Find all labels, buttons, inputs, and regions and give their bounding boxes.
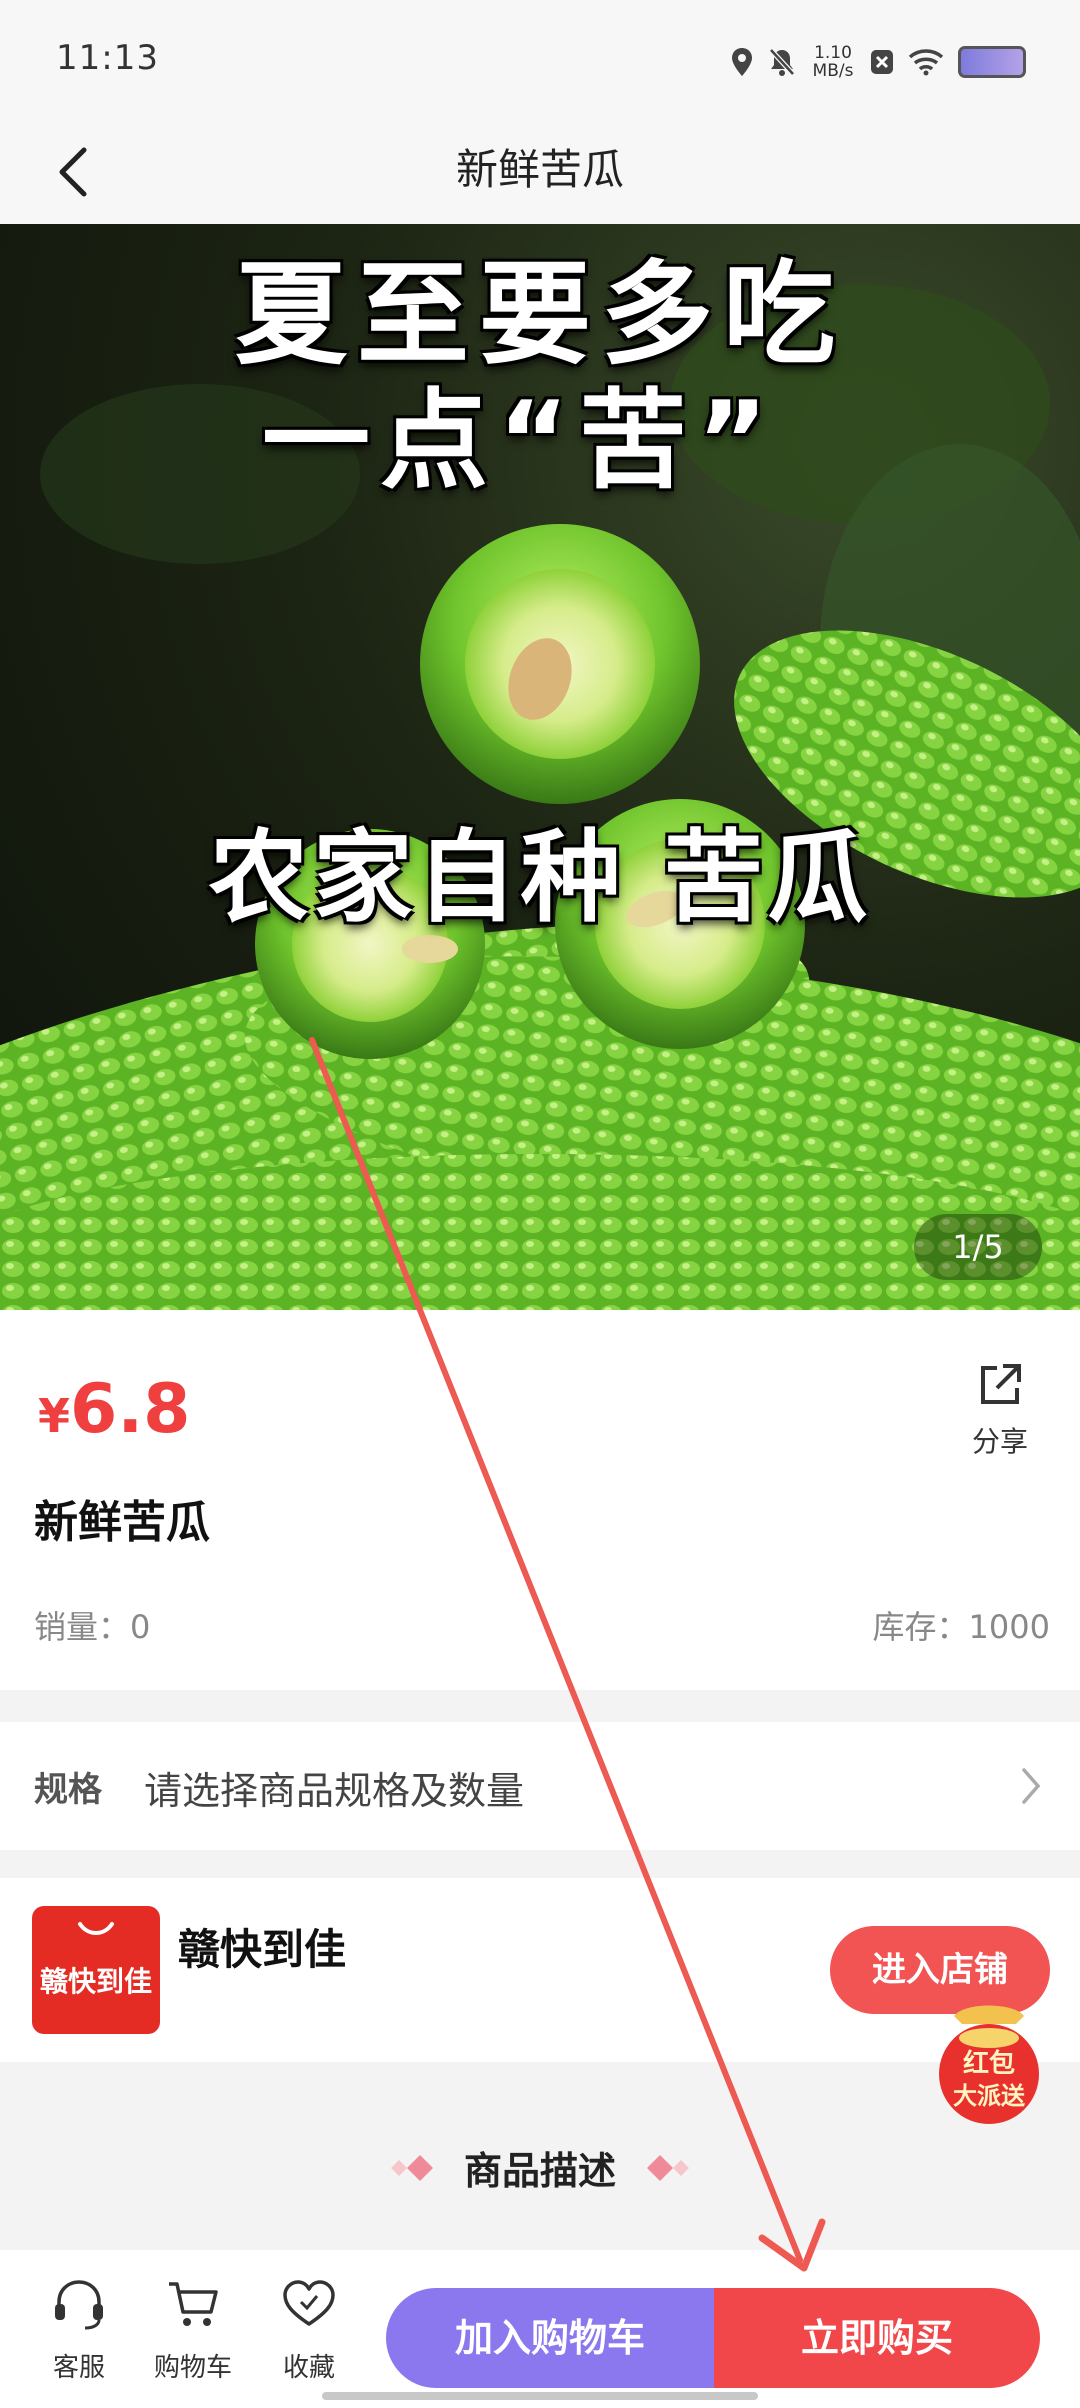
product-detail-page: 11:13 1.10 MB/s 新鲜苦瓜 夏至要多吃 一点“苦” 农家自种 苦瓜… (0, 0, 1080, 2408)
red-packet-float-button[interactable]: 红包 大派送 (934, 1996, 1044, 2126)
location-icon (732, 48, 752, 76)
product-image-carousel[interactable]: 夏至要多吃 一点“苦” 农家自种 苦瓜 1/5 (0, 224, 1080, 1310)
diamond-decoration-left (390, 2154, 433, 2181)
close-box-icon (871, 50, 893, 74)
spec-label: 规格 (34, 1770, 102, 1810)
store-logo: 赣快到佳 (32, 1906, 160, 2034)
store-logo-text: 赣快到佳 (39, 1965, 152, 1998)
cart-button[interactable]: 购物车 (148, 2278, 238, 2384)
store-name: 赣快到佳 (178, 1925, 347, 1974)
heart-icon (283, 2280, 335, 2326)
net-speed-value: 1.10 (814, 43, 852, 63)
image-counter: 1/5 (914, 1214, 1042, 1280)
spec-selector[interactable]: 规格 请选择商品规格及数量 (0, 1722, 1080, 1850)
buy-now-button[interactable]: 立即购买 (714, 2288, 1040, 2388)
title-bar: 新鲜苦瓜 (0, 120, 1080, 224)
description-title: 商品描述 (463, 2149, 616, 2193)
price-value: 6.8 (70, 1370, 191, 1449)
red-packet-line1: 红包 (963, 2048, 1015, 2079)
price: ¥6.8 (38, 1370, 190, 1449)
diamond-decoration-right (647, 2154, 690, 2181)
chevron-right-icon (1022, 1768, 1041, 1804)
status-time: 11:13 (56, 38, 159, 78)
hero-text-line2: 一点“苦” (262, 379, 778, 504)
net-speed-unit: MB/s (812, 61, 854, 81)
sales-count: 销量：0 (34, 1608, 151, 1646)
favorite-label: 收藏 (282, 2353, 335, 2383)
favorite-button[interactable]: 收藏 (264, 2278, 354, 2384)
status-bar: 11:13 1.10 MB/s (0, 0, 1080, 120)
home-indicator (322, 2392, 758, 2400)
net-speed: 1.10 MB/s (810, 44, 856, 80)
store-card: 赣快到佳 赣快到佳 进入店铺 (0, 1878, 1080, 2062)
headset-icon (55, 2280, 103, 2330)
product-info-card: ¥6.8 分享 新鲜苦瓜 销量：0 库存：1000 (0, 1310, 1080, 1690)
customer-service-label: 客服 (52, 2353, 105, 2383)
price-currency: ¥ (38, 1389, 71, 1443)
product-name: 新鲜苦瓜 (34, 1497, 210, 1548)
battery-icon (958, 46, 1026, 78)
spec-value: 请选择商品规格及数量 (144, 1769, 525, 1813)
cart-label: 购物车 (153, 2353, 232, 2383)
smile-logo-icon (78, 1922, 114, 1935)
share-label: 分享 (971, 1425, 1028, 1458)
bottom-action-bar: 客服 购物车 收藏 加入购物车 立即购买 (0, 2250, 1080, 2408)
status-icons: 1.10 MB/s (730, 42, 1026, 82)
add-to-cart-button[interactable]: 加入购物车 (386, 2288, 714, 2388)
share-icon (981, 1364, 1021, 1404)
cart-icon (169, 2282, 218, 2326)
description-header: 商品描述 (0, 2140, 1080, 2220)
red-packet-icon: 红包 大派送 (939, 2005, 1039, 2124)
stock-count: 库存：1000 (872, 1608, 1050, 1646)
hero-text-line3: 农家自种 苦瓜 (208, 819, 872, 936)
share-button[interactable]: 分享 (960, 1360, 1040, 1460)
mute-icon (769, 48, 795, 76)
customer-service-button[interactable]: 客服 (34, 2278, 124, 2384)
wifi-icon (908, 49, 944, 76)
page-title: 新鲜苦瓜 (455, 145, 624, 194)
red-packet-line2: 大派送 (953, 2082, 1026, 2110)
